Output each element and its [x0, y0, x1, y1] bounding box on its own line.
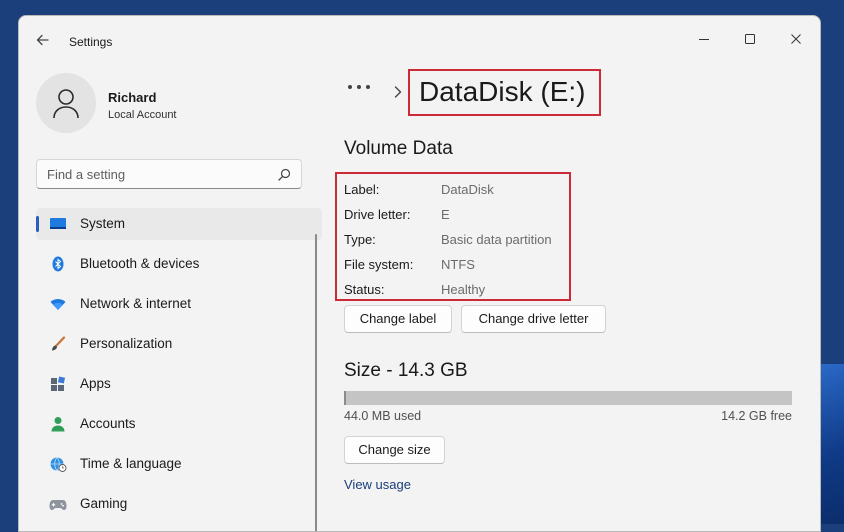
- nav-item-bluetooth[interactable]: Bluetooth & devices: [36, 248, 322, 280]
- highlight-box-title: [408, 69, 601, 116]
- view-usage-link[interactable]: View usage: [344, 477, 411, 492]
- account-type: Local Account: [108, 109, 177, 121]
- change-label-button[interactable]: Change label: [344, 305, 452, 333]
- highlight-box-properties: [335, 172, 571, 301]
- minimize-icon: [699, 39, 709, 40]
- search-input[interactable]: [47, 166, 267, 183]
- gamepad-icon: [49, 500, 67, 510]
- nav-item-time-language[interactable]: Time & language: [36, 448, 322, 480]
- close-icon: [791, 34, 801, 44]
- nav-item-apps[interactable]: Apps: [36, 368, 322, 400]
- nav-label: System: [80, 216, 126, 231]
- brush-icon: [52, 336, 66, 351]
- nav-label: Apps: [80, 376, 111, 391]
- change-size-button[interactable]: Change size: [344, 436, 445, 464]
- nav-item-system[interactable]: System: [36, 208, 322, 240]
- nav-item-accounts[interactable]: Accounts: [36, 408, 322, 440]
- monitor-icon: [50, 218, 66, 229]
- used-space: 44.0 MB used: [344, 409, 422, 423]
- apps-icon: [51, 376, 66, 391]
- nav-label: Time & language: [80, 456, 182, 471]
- size-title: Size - 14.3 GB: [344, 360, 468, 381]
- settings-window: Settings Richard Local Account Find a se…: [18, 15, 821, 532]
- volume-data-title: Volume Data: [344, 138, 453, 159]
- bluetooth-icon: [52, 256, 64, 272]
- active-indicator: [36, 216, 39, 232]
- wifi-icon: [50, 299, 66, 310]
- title-bar: Settings: [19, 16, 820, 62]
- nav-item-personalization[interactable]: Personalization: [36, 328, 322, 360]
- user-name: Richard: [108, 90, 157, 105]
- more-dots-icon: [348, 85, 370, 89]
- app-title: Settings: [69, 35, 113, 49]
- nav-list: System Bluetooth & devices Network & int…: [36, 208, 322, 528]
- person-icon: [51, 417, 65, 432]
- chevron-right-icon: [394, 86, 402, 98]
- usage-bar: [344, 391, 792, 405]
- usage-bar-fill: [344, 391, 346, 405]
- maximize-icon: [745, 34, 755, 44]
- free-space: 14.2 GB free: [721, 409, 792, 423]
- breadcrumb-overflow-button[interactable]: [347, 78, 371, 96]
- globe-clock-icon: [50, 457, 67, 472]
- avatar[interactable]: [36, 73, 96, 133]
- close-button[interactable]: [773, 23, 819, 55]
- nav-label: Gaming: [80, 496, 128, 511]
- person-icon: [53, 89, 79, 119]
- search-box[interactable]: [36, 159, 302, 189]
- nav-item-gaming[interactable]: Gaming: [36, 488, 322, 520]
- nav-scrollbar[interactable]: [315, 234, 317, 531]
- back-arrow-icon: [36, 34, 49, 46]
- back-button[interactable]: [33, 30, 53, 50]
- minimize-button[interactable]: [681, 23, 727, 55]
- nav-label: Accounts: [80, 416, 136, 431]
- maximize-button[interactable]: [727, 23, 773, 55]
- nav-item-network[interactable]: Network & internet: [36, 288, 322, 320]
- nav-label: Bluetooth & devices: [80, 256, 200, 271]
- nav-label: Network & internet: [80, 296, 192, 311]
- nav-label: Personalization: [80, 336, 173, 351]
- search-icon[interactable]: [278, 168, 291, 181]
- change-drive-letter-button[interactable]: Change drive letter: [461, 305, 606, 333]
